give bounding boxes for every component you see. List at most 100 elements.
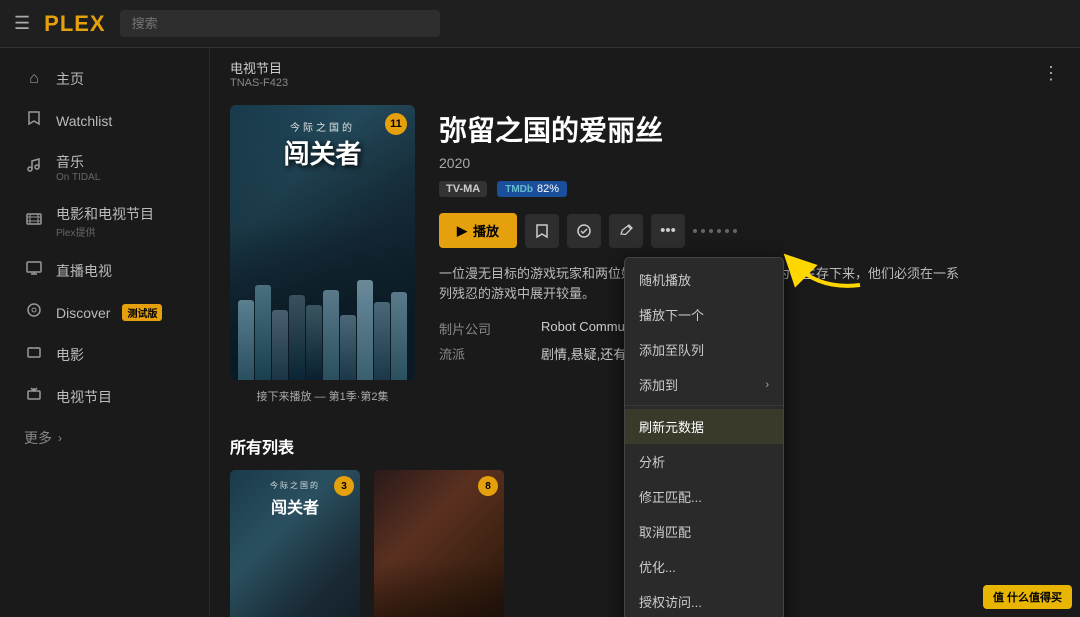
breadcrumb-text-group: 电视节目 TNAS-F423 <box>230 58 288 89</box>
sidebar-item-watchlist[interactable]: Watchlist <box>6 100 203 141</box>
poster-people <box>230 220 415 380</box>
poster-container: 今际之国的 闯关者 <box>230 105 415 404</box>
menu-access-label: 授权访问... <box>639 592 702 611</box>
hero-section: 今际之国的 闯关者 <box>210 95 1080 424</box>
info-panel: 弥留之国的爱丽丝 2020 TV-MA TMDb 82% ▶ 播放 <box>439 105 1060 404</box>
edit-button[interactable] <box>609 214 643 248</box>
breadcrumb-title: 电视节目 <box>230 58 288 77</box>
topbar: ☰ PLEX <box>0 0 1080 48</box>
breadcrumb-menu-button[interactable]: ⋮ <box>1042 63 1060 84</box>
series-badge-1: 8 <box>478 476 498 496</box>
discover-badge: 测试版 <box>122 304 162 321</box>
person-silhouette <box>340 315 356 380</box>
genre-label: 流派 <box>439 344 529 363</box>
menu-item-analyze[interactable]: 分析 <box>625 444 783 479</box>
film-icon <box>24 211 44 232</box>
antenna-icon <box>24 386 44 407</box>
menu-analyze-label: 分析 <box>639 452 665 471</box>
menu-divider <box>625 405 783 406</box>
next-episode-text: 接下来播放 — 第1季·第2集 <box>230 388 415 404</box>
menu-item-add-queue[interactable]: 添加至队列 <box>625 332 783 367</box>
show-meta: TV-MA TMDb 82% <box>439 181 1060 197</box>
watermark: 值 什么值得买 <box>983 585 1072 609</box>
pencil-icon <box>619 224 633 238</box>
sidebar-movietv-group: 电影和电视节目 Plex提供 <box>56 204 154 239</box>
person-silhouette <box>238 300 254 380</box>
sidebar-item-music[interactable]: 音乐 On TIDAL <box>6 142 203 193</box>
person-silhouette <box>323 290 339 380</box>
bookmark-icon <box>534 223 550 239</box>
dot-separator <box>693 229 737 233</box>
context-menu: 随机播放 播放下一个 添加至队列 添加到 › <box>624 257 784 617</box>
menu-item-shuffle[interactable]: 随机播放 <box>625 262 783 297</box>
poster-top-text: 今际之国的 <box>230 119 415 134</box>
search-input[interactable] <box>120 10 440 37</box>
menu-item-access[interactable]: 授权访问... <box>625 584 783 617</box>
sidebar-item-home[interactable]: ⌂ 主页 <box>6 59 203 99</box>
check-icon <box>576 223 592 239</box>
studio-label: 制片公司 <box>439 319 529 338</box>
submenu-arrow-icon: › <box>765 379 769 391</box>
menu-optimize-label: 优化... <box>639 557 676 576</box>
music-icon <box>24 157 44 178</box>
sidebar-item-movies[interactable]: 电影 <box>6 334 203 375</box>
sidebar-item-tvshows[interactable]: 电视节目 <box>6 376 203 417</box>
sidebar-label-livetv: 直播电视 <box>56 261 112 281</box>
show-poster: 今际之国的 闯关者 <box>230 105 415 380</box>
poster-main-text: 闯关者 <box>230 134 415 171</box>
genre-value: 剧情,悬疑,还有... <box>541 344 1060 363</box>
series-card-0[interactable]: 今际之国的 闯关者 3 <box>230 470 360 617</box>
sidebar-item-movies-tv[interactable]: 电影和电视节目 Plex提供 <box>6 194 203 249</box>
menu-item-add-to[interactable]: 添加到 › <box>625 367 783 402</box>
sidebar-label-tvshows: 电视节目 <box>56 387 112 407</box>
sidebar-label-home: 主页 <box>56 69 84 89</box>
menu-item-unmatch[interactable]: 取消匹配 <box>625 514 783 549</box>
watchlist-button[interactable] <box>525 214 559 248</box>
audience-score: TMDb 82% <box>497 181 567 197</box>
person-silhouette <box>255 285 271 380</box>
sidebar-music-group: 音乐 On TIDAL <box>56 152 100 183</box>
main-layout: ⌂ 主页 Watchlist 音乐 On TIDAL 电影和电视节目 P <box>0 48 1080 617</box>
menu-unmatch-label: 取消匹配 <box>639 522 691 541</box>
ellipsis-icon: ••• <box>660 222 676 239</box>
sidebar-sub-movietv: Plex提供 <box>56 224 154 239</box>
play-button[interactable]: ▶ 播放 <box>439 213 517 248</box>
sidebar-label-music: 音乐 <box>56 152 100 172</box>
series-card-1[interactable]: 8 <box>374 470 504 617</box>
menu-item-fix-match[interactable]: 修正匹配... <box>625 479 783 514</box>
movie-icon <box>24 344 44 365</box>
sidebar-more[interactable]: 更多 › <box>6 418 203 458</box>
sidebar-label-movies: 电影 <box>56 345 84 365</box>
menu-addqueue-label: 添加至队列 <box>639 340 704 359</box>
more-options-button[interactable]: ••• <box>651 214 685 248</box>
person-silhouette <box>357 280 373 380</box>
show-title: 弥留之国的爱丽丝 <box>439 109 1060 149</box>
series-poster-main-0: 闯关者 <box>230 494 360 518</box>
play-icon: ▶ <box>457 223 467 239</box>
menu-shuffle-label: 随机播放 <box>639 270 691 289</box>
person-silhouette <box>374 302 390 380</box>
discover-icon <box>24 302 44 323</box>
tv-icon <box>24 260 44 281</box>
menu-item-play-next[interactable]: 播放下一个 <box>625 297 783 332</box>
action-bar: ▶ 播放 ••• <box>439 213 1060 248</box>
person-silhouette <box>306 305 322 380</box>
sidebar-item-discover[interactable]: Discover 测试版 <box>6 292 203 333</box>
menu-playnext-label: 播放下一个 <box>639 305 704 324</box>
chevron-right-icon: › <box>58 431 62 445</box>
menu-fixmatch-label: 修正匹配... <box>639 487 702 506</box>
series-poster-0: 今际之国的 闯关者 3 <box>230 470 360 617</box>
hamburger-icon[interactable]: ☰ <box>14 13 30 34</box>
menu-item-refresh-meta[interactable]: 刷新元数据 <box>625 409 783 444</box>
sidebar-label-watchlist: Watchlist <box>56 113 112 129</box>
breadcrumb-subtitle: TNAS-F423 <box>230 77 288 89</box>
series-badge-0: 3 <box>334 476 354 496</box>
menu-item-optimize[interactable]: 优化... <box>625 549 783 584</box>
content-rating: TV-MA <box>439 181 487 197</box>
person-silhouette <box>391 292 407 380</box>
plex-logo: PLEX <box>44 11 105 37</box>
sidebar: ⌂ 主页 Watchlist 音乐 On TIDAL 电影和电视节目 P <box>0 48 210 617</box>
check-button[interactable] <box>567 214 601 248</box>
plex-logo-container: PLEX <box>44 11 105 37</box>
sidebar-item-livetv[interactable]: 直播电视 <box>6 250 203 291</box>
